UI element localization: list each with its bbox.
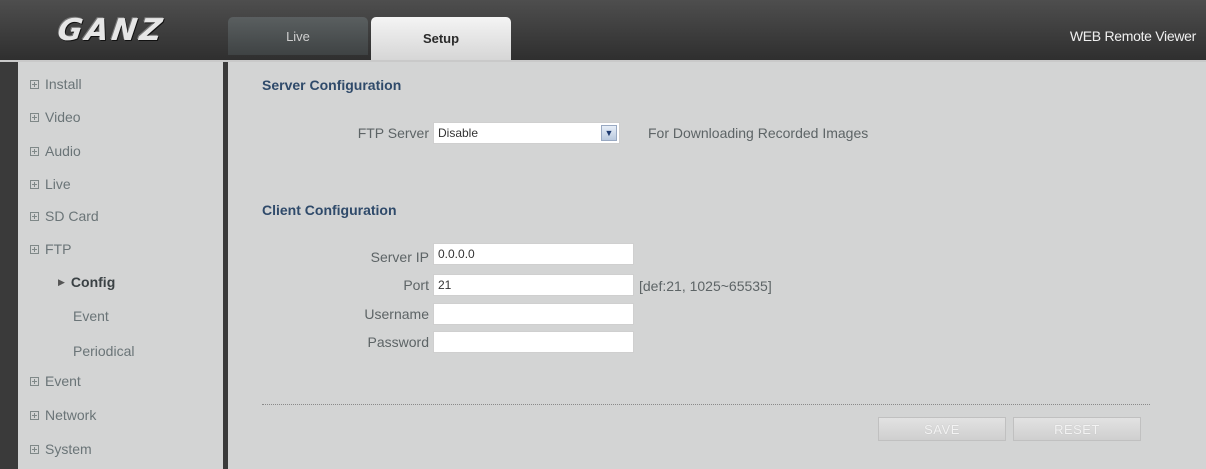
ftp-server-selected-value: Disable (438, 126, 479, 140)
sidebar-item-label: Live (45, 176, 71, 192)
expand-icon (30, 146, 39, 156)
save-button[interactable]: SAVE (878, 417, 1006, 441)
sidebar-subitem-config[interactable]: ▶ Config (58, 272, 115, 292)
sidebar-subitem-label: Config (70, 274, 116, 290)
sidebar-item-label: Audio (45, 143, 81, 159)
username-input[interactable] (433, 303, 634, 325)
sidebar-item-label: System (45, 441, 92, 457)
sidebar-item-video[interactable]: Video (30, 107, 81, 127)
top-bar: GANZ Live Setup WEB Remote Viewer (0, 0, 1206, 60)
expand-icon (30, 410, 39, 420)
sidebar-subitem-label: Event (73, 308, 109, 324)
sidebar-item-label: Video (45, 109, 81, 125)
sidebar-item-event[interactable]: Event (30, 371, 81, 391)
server-configuration-title: Server Configuration (262, 77, 402, 93)
triangle-right-icon: ▶ (58, 276, 65, 287)
sidebar-item-system[interactable]: System (30, 439, 92, 459)
dotted-divider (262, 404, 1150, 405)
reset-button[interactable]: RESET (1013, 417, 1141, 441)
sidebar-subitem-label: Periodical (73, 343, 135, 359)
sidebar-item-label: Install (45, 76, 82, 92)
logo-text: GANZ (55, 12, 167, 48)
sidebar-item-network[interactable]: Network (30, 405, 96, 425)
expand-icon (30, 376, 39, 386)
expand-icon (30, 211, 39, 221)
port-label: Port (403, 277, 429, 293)
main-panel: Server Configuration FTP Server Disable … (228, 62, 1206, 469)
ftp-server-hint: For Downloading Recorded Images (648, 125, 869, 141)
port-input[interactable] (433, 274, 634, 296)
ftp-server-label: FTP Server (357, 125, 429, 141)
sidebar-item-label: FTP (45, 241, 72, 257)
server-ip-input[interactable] (433, 243, 634, 265)
expand-icon (30, 112, 39, 122)
expand-icon (30, 179, 39, 189)
client-configuration-title: Client Configuration (262, 202, 397, 218)
brand-logo: GANZ (0, 0, 222, 60)
sidebar-item-label: SD Card (45, 208, 99, 224)
tab-live[interactable]: Live (228, 17, 368, 55)
sidebar-item-install[interactable]: Install (30, 74, 82, 94)
tab-setup[interactable]: Setup (371, 17, 511, 60)
sidebar-item-label: Event (45, 373, 81, 389)
sidebar-item-audio[interactable]: Audio (30, 141, 81, 161)
expand-icon (30, 244, 39, 254)
sidebar: Install Video Audio Live SD Card FTP ▶ C… (18, 62, 223, 469)
password-label: Password (367, 334, 429, 350)
sidebar-item-sd-card[interactable]: SD Card (30, 206, 99, 226)
sidebar-subitem-periodical[interactable]: Periodical (73, 341, 134, 361)
sidebar-item-live[interactable]: Live (30, 174, 71, 194)
username-label: Username (364, 306, 429, 322)
password-input[interactable] (433, 331, 634, 353)
server-ip-label: Server IP (370, 249, 429, 265)
viewer-title: WEB Remote Viewer (1069, 28, 1196, 44)
sidebar-item-ftp[interactable]: FTP (30, 239, 71, 259)
ftp-server-select[interactable]: Disable ▼ (433, 122, 620, 144)
sidebar-subitem-event[interactable]: Event (73, 306, 109, 326)
expand-icon (30, 79, 39, 89)
chevron-down-icon[interactable]: ▼ (601, 125, 617, 141)
sidebar-item-label: Network (45, 407, 97, 423)
expand-icon (30, 444, 39, 454)
port-hint: [def:21, 1025~65535] (639, 278, 772, 294)
